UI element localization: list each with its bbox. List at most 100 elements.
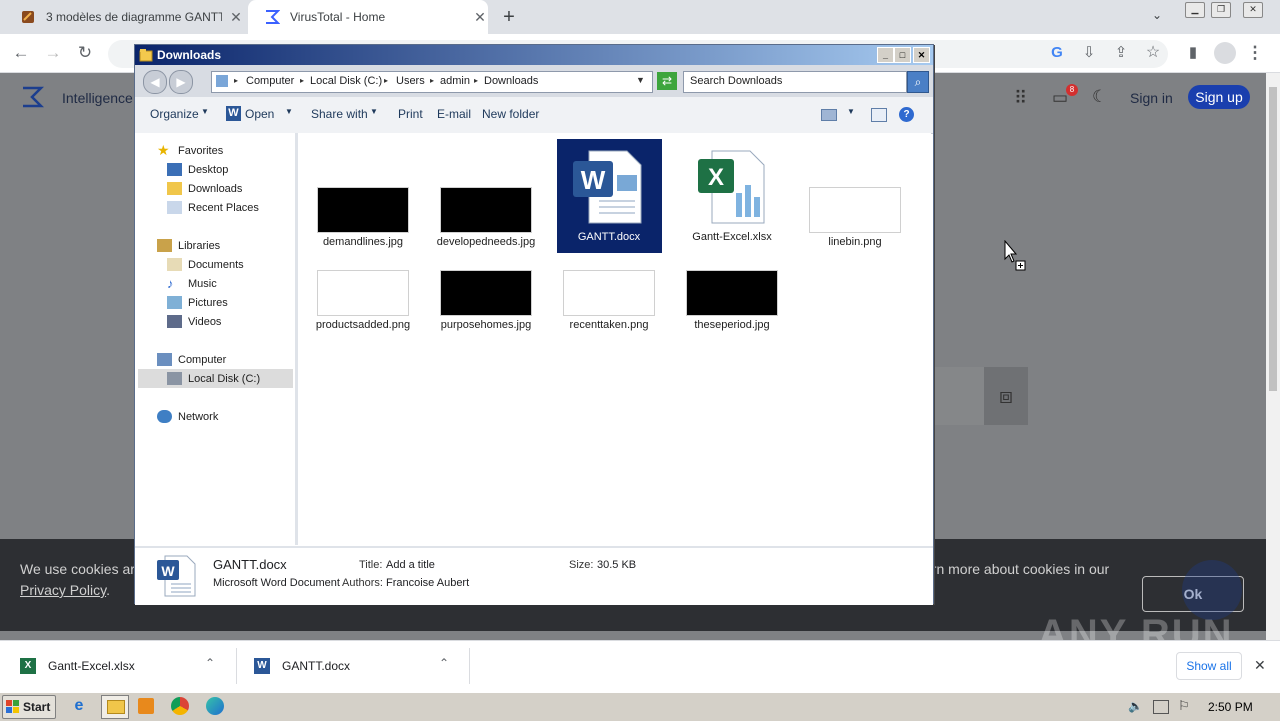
new-tab-button[interactable]: + — [498, 6, 520, 28]
preview-pane-icon[interactable] — [871, 108, 887, 122]
sign-up-button[interactable]: Sign up — [1188, 85, 1250, 109]
chat-bubble-icon[interactable] — [1182, 560, 1242, 620]
nav-music[interactable]: ♪ Music — [167, 277, 217, 290]
apps-grid-icon[interactable]: ⠿ — [1014, 88, 1034, 108]
file-purposehomes[interactable]: purposehomes.jpg — [431, 270, 541, 331]
tab-gantt[interactable]: 3 modèles de diagramme GANTT vier ✕ — [4, 0, 246, 34]
nav-videos[interactable]: Videos — [167, 315, 221, 328]
nav-network[interactable]: Network — [157, 410, 218, 423]
open-dropdown-icon[interactable]: ▼ — [285, 107, 293, 116]
share-with-button[interactable]: Share with — [311, 107, 368, 121]
nav-desktop[interactable]: Desktop — [167, 163, 228, 176]
refresh-icon[interactable]: ⇄ — [657, 72, 677, 90]
forward-icon[interactable]: → — [42, 42, 64, 64]
profile-avatar-icon[interactable] — [1214, 42, 1236, 64]
close-window-icon[interactable]: ✕ — [1243, 2, 1263, 18]
file-name: Gantt-Excel.xlsx — [692, 231, 772, 243]
file-linebin[interactable]: linebin.png — [800, 187, 910, 248]
breadcrumb-users[interactable]: Users — [396, 75, 425, 87]
hash-search-icon[interactable]: ⧈ — [984, 367, 1028, 425]
file-recenttaken[interactable]: recenttaken.png — [554, 270, 664, 331]
file-demandlines[interactable]: demandlines.jpg — [308, 187, 418, 248]
download-item-word[interactable]: GANTT.docx — [282, 659, 350, 673]
explorer-forward-icon[interactable]: ▶ — [169, 70, 193, 94]
vt-brand[interactable]: Intelligence — [62, 90, 133, 106]
nav-favorites[interactable]: ★ Favorites — [157, 143, 223, 157]
reload-icon[interactable]: ↻ — [74, 42, 96, 64]
email-button[interactable]: E-mail — [437, 107, 471, 121]
close-download-bar-icon[interactable]: ✕ — [1254, 657, 1266, 674]
nav-computer[interactable]: Computer — [157, 353, 226, 366]
internet-explorer-icon[interactable]: e — [70, 697, 88, 715]
organize-button[interactable]: Organize — [150, 107, 199, 121]
new-folder-button[interactable]: New folder — [482, 107, 539, 121]
clock[interactable]: 2:50 PM — [1208, 700, 1253, 714]
download-chevron-icon[interactable]: ⌃ — [205, 656, 215, 670]
views-icon[interactable] — [821, 109, 837, 121]
action-center-flag-icon[interactable]: ⚐ — [1178, 698, 1190, 714]
excel-file-icon: X — [20, 658, 36, 674]
nav-recent-places[interactable]: Recent Places — [167, 201, 259, 214]
search-icon[interactable]: ⌕ — [907, 71, 929, 93]
explorer-back-icon[interactable]: ◀ — [143, 70, 167, 94]
explorer-minimize-icon[interactable]: _ — [877, 47, 894, 63]
menu-kebab-icon[interactable]: ⋮ — [1244, 42, 1266, 64]
nav-libraries[interactable]: Libraries — [157, 239, 220, 252]
explorer-titlebar[interactable]: Downloads _ □ ✕ — [135, 45, 933, 65]
nav-downloads[interactable]: Downloads — [167, 182, 242, 195]
breadcrumb-downloads[interactable]: Downloads — [484, 75, 538, 87]
file-theseperiod[interactable]: theseperiod.jpg — [677, 270, 787, 331]
file-productsadded[interactable]: productsadded.png — [308, 270, 418, 331]
privacy-policy-link[interactable]: Privacy Policy — [20, 582, 106, 598]
show-all-button[interactable]: Show all — [1176, 652, 1242, 680]
share-icon[interactable]: ⇪ — [1110, 42, 1132, 64]
details-title-value[interactable]: Add a title — [386, 559, 435, 571]
close-tab-icon[interactable]: ✕ — [472, 9, 488, 26]
organize-dropdown-icon[interactable]: ▼ — [201, 107, 209, 116]
start-button[interactable]: Start — [2, 695, 56, 719]
breadcrumb[interactable]: ▸ Computer ▸ Local Disk (C:) ▸ Users ▸ a… — [211, 71, 653, 93]
media-player-icon[interactable] — [138, 698, 154, 714]
views-dropdown-icon[interactable]: ▼ — [847, 107, 855, 116]
breadcrumb-computer[interactable]: Computer — [246, 75, 294, 87]
print-button[interactable]: Print — [398, 107, 423, 121]
scrollbar-thumb[interactable] — [1269, 87, 1277, 391]
file-developedneeds[interactable]: developedneeds.jpg — [431, 187, 541, 248]
details-authors-value[interactable]: Francoise Aubert — [386, 577, 469, 589]
address-dropdown-icon[interactable]: ▼ — [636, 75, 645, 85]
taskbar-explorer-button[interactable] — [101, 695, 129, 719]
nav-local-disk[interactable]: Local Disk (C:) — [167, 372, 260, 385]
breadcrumb-admin[interactable]: admin — [440, 75, 470, 87]
share-dropdown-icon[interactable]: ▼ — [370, 107, 378, 116]
file-gantt-excel[interactable]: X Gantt-Excel.xlsx — [677, 147, 787, 243]
edge-icon[interactable] — [206, 697, 224, 715]
google-icon[interactable]: G — [1046, 42, 1068, 64]
minimize-icon[interactable]: ▁ — [1185, 2, 1205, 18]
downloads-folder-icon — [167, 182, 182, 195]
open-button[interactable]: Open — [245, 107, 274, 121]
sign-in-link[interactable]: Sign in — [1130, 90, 1173, 106]
close-tab-icon[interactable]: ✕ — [228, 9, 244, 26]
side-panel-icon[interactable]: ▮ — [1182, 42, 1204, 64]
dark-mode-moon-icon[interactable]: ☾ — [1092, 87, 1107, 107]
search-input[interactable]: Search Downloads — [683, 71, 907, 93]
download-item-excel[interactable]: Gantt-Excel.xlsx — [48, 659, 135, 673]
file-gantt-docx[interactable]: W GANTT.docx — [554, 147, 664, 243]
tab-search-chevron-icon[interactable]: ⌄ — [1152, 8, 1162, 22]
help-icon[interactable]: ? — [899, 107, 914, 122]
download-chevron-icon[interactable]: ⌃ — [439, 656, 449, 670]
explorer-maximize-icon[interactable]: □ — [894, 47, 911, 63]
breadcrumb-local-disk[interactable]: Local Disk (C:) — [310, 75, 382, 87]
network-tray-icon[interactable] — [1153, 700, 1169, 714]
back-icon[interactable]: ← — [10, 42, 32, 64]
install-icon[interactable]: ⇩ — [1078, 42, 1100, 64]
page-scrollbar[interactable] — [1266, 73, 1280, 640]
bookmark-star-icon[interactable]: ☆ — [1142, 42, 1164, 64]
nav-documents[interactable]: Documents — [167, 258, 244, 271]
restore-icon[interactable]: ❐ — [1211, 2, 1231, 18]
volume-icon[interactable]: 🔈 — [1128, 699, 1143, 713]
explorer-close-icon[interactable]: ✕ — [913, 47, 930, 63]
nav-pictures[interactable]: Pictures — [167, 296, 228, 309]
tab-virustotal[interactable]: VirusTotal - Home ✕ — [248, 0, 488, 34]
chrome-icon[interactable] — [171, 697, 189, 715]
